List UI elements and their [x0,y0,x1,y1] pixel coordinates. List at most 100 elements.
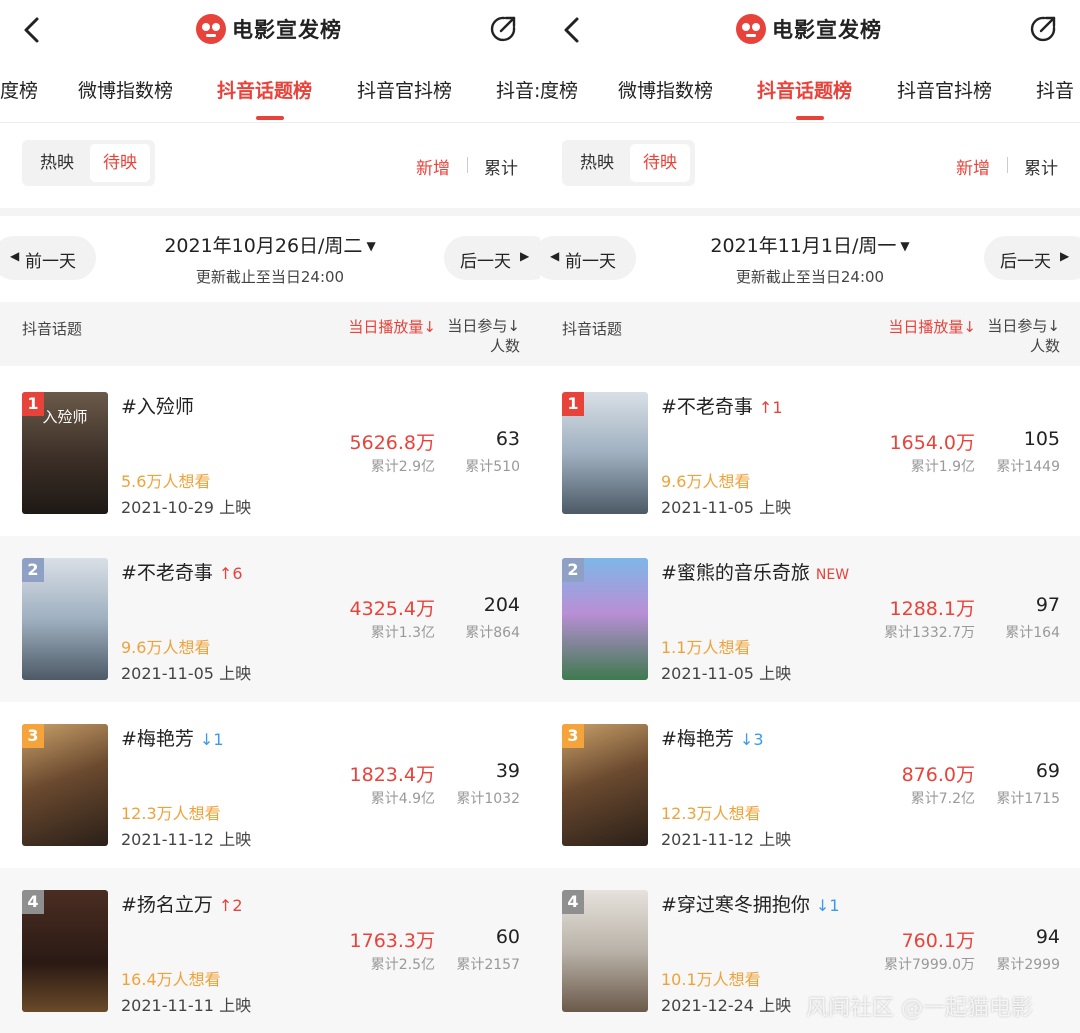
want-to-see: 5.6万人想看 [121,472,211,491]
release-date: 2021-11-11 上映 [121,996,252,1015]
back-arrow-icon[interactable] [20,16,44,44]
release-date: 2021-11-05 上映 [661,498,792,517]
page-title: 电影宣发榜 [232,18,342,42]
total-plays: 累计1.9亿 [910,459,975,475]
daily-participants: 39 [495,760,520,782]
column-header: 抖音话题 当日播放量↓ 当日参与↓ 人数 [0,302,540,366]
share-icon[interactable] [488,14,518,44]
section-divider [540,208,1080,216]
mode-total-button[interactable]: 累计 [484,154,518,179]
back-arrow-icon[interactable] [560,16,584,44]
total-plays: 累计2.9亿 [370,459,435,475]
rank-badge: 3 [562,724,584,748]
daily-participants: 63 [495,428,520,450]
mode-total-button[interactable]: 累计 [1024,154,1058,179]
tab-index-rank[interactable]: 度榜 [540,76,578,103]
daily-plays: 4325.4万 [349,598,435,620]
ranking-row[interactable]: 3 #梅艳芳 ↓1 12.3万人想看 2021-11-12 上映 1823.4万 … [0,702,540,868]
rank-badge: 3 [22,724,44,748]
mode-divider [467,157,468,173]
total-plays: 累计4.9亿 [370,791,435,807]
release-date: 2021-11-12 上映 [661,830,792,849]
header: 电影宣发榜 [0,0,540,60]
mode-new-button[interactable]: 新增 [956,154,990,179]
topic-title: #入殓师 [121,396,194,418]
topic-title: #不老奇事 ↑6 [121,562,243,584]
column-daily-plays[interactable]: 当日播放量↓ [888,316,976,337]
tab-index-rank[interactable]: 度榜 [0,76,38,103]
maoyan-logo-icon [736,14,766,44]
segment-now-showing[interactable]: 热映 [28,144,86,182]
total-participants: 累计1715 [996,791,1060,807]
caret-down-icon: ▼ [900,239,910,253]
header: 电影宣发榜 [540,0,1080,60]
next-day-button[interactable]: 后一天 ▶ [984,236,1080,280]
daily-plays: 1654.0万 [889,432,975,454]
ranking-tabs: 度榜 微博指数榜 抖音话题榜 抖音官抖榜 抖音: [0,60,540,123]
topic-title: #梅艳芳 ↓1 [121,728,224,750]
column-header: 抖音话题 当日播放量↓ 当日参与↓ 人数 [540,302,1080,366]
share-icon[interactable] [1028,14,1058,44]
movie-poster: 1 [562,392,648,514]
total-participants: 累计2999 [996,957,1060,973]
total-participants: 累计510 [465,459,520,475]
tab-douyin-topic[interactable]: 抖音话题榜 [757,76,852,103]
showing-segment: 热映 待映 [22,140,155,186]
topic-title: #蜜熊的音乐奇旅 NEW [661,562,850,584]
movie-poster: 2 [562,558,648,680]
daily-participants: 69 [1035,760,1060,782]
ranking-row[interactable]: 1 #不老奇事 ↑1 9.6万人想看 2021-11-05 上映 1654.0万 … [540,370,1080,536]
movie-poster: 4 [562,890,648,1012]
want-to-see: 1.1万人想看 [661,638,751,657]
tab-douyin-topic[interactable]: 抖音话题榜 [217,76,312,103]
column-topic: 抖音话题 [22,320,83,338]
daily-participants: 97 [1035,594,1060,616]
movie-poster: 入殓师 1 [22,392,108,514]
column-daily-participants[interactable]: 当日参与↓ 人数 [447,316,520,356]
showing-segment: 热映 待映 [562,140,695,186]
total-plays: 累计1332.7万 [884,625,975,641]
mode-new-button[interactable]: 新增 [416,154,450,179]
total-participants: 累计2157 [456,957,520,973]
ranking-row[interactable]: 4 #扬名立万 ↑2 16.4万人想看 2021-11-11 上映 1763.3万… [0,868,540,1033]
want-to-see: 12.3万人想看 [121,804,221,823]
rank-badge: 1 [562,392,584,416]
segment-upcoming[interactable]: 待映 [630,144,690,182]
caret-right-icon: ▶ [520,249,530,263]
ranking-row[interactable]: 2 #蜜熊的音乐奇旅 NEW 1.1万人想看 2021-11-05 上映 1288… [540,536,1080,702]
tab-weibo-index[interactable]: 微博指数榜 [618,76,713,103]
screenshot: 电影宣发榜 度榜 微博指数榜 抖音话题榜 抖音官抖榜 抖音: 热映 待映 新增 … [0,0,1080,1033]
want-to-see: 12.3万人想看 [661,804,761,823]
ranking-tabs: 度榜 微博指数榜 抖音话题榜 抖音官抖榜 抖音 [540,60,1080,123]
daily-participants: 204 [483,594,520,616]
column-daily-participants[interactable]: 当日参与↓ 人数 [987,316,1060,356]
movie-poster: 4 [22,890,108,1012]
column-topic: 抖音话题 [562,320,623,338]
rank-badge: 4 [22,890,44,914]
tab-more[interactable]: 抖音 [1036,76,1074,103]
topic-title: #穿过寒冬拥抱你 ↓1 [661,894,840,916]
ranking-row[interactable]: 入殓师 1 #入殓师 5.6万人想看 2021-10-29 上映 5626.8万… [0,370,540,536]
tab-douyin-official[interactable]: 抖音官抖榜 [897,76,992,103]
ranking-row[interactable]: 2 #不老奇事 ↑6 9.6万人想看 2021-11-05 上映 4325.4万 … [0,536,540,702]
page-title: 电影宣发榜 [772,18,882,42]
ranking-row[interactable]: 3 #梅艳芳 ↓3 12.3万人想看 2021-11-12 上映 876.0万 累… [540,702,1080,868]
total-participants: 累计1449 [996,459,1060,475]
tab-weibo-index[interactable]: 微博指数榜 [78,76,173,103]
watermark: 风闻社区 @一起猫电影 [806,996,1033,1021]
daily-plays: 5626.8万 [349,432,435,454]
total-plays: 累计2.5亿 [370,957,435,973]
mode-divider [1007,157,1008,173]
want-to-see: 16.4万人想看 [121,970,221,989]
segment-upcoming[interactable]: 待映 [90,144,150,182]
tab-more[interactable]: 抖音: [496,76,540,103]
column-daily-plays[interactable]: 当日播放量↓ [348,316,436,337]
want-to-see: 10.1万人想看 [661,970,761,989]
ranking-panel-left: 电影宣发榜 度榜 微博指数榜 抖音话题榜 抖音官抖榜 抖音: 热映 待映 新增 … [0,0,540,1033]
daily-plays: 1823.4万 [349,764,435,786]
next-day-button[interactable]: 后一天 ▶ [444,236,540,280]
tab-douyin-official[interactable]: 抖音官抖榜 [357,76,452,103]
segment-now-showing[interactable]: 热映 [568,144,626,182]
topic-title: #不老奇事 ↑1 [661,396,783,418]
want-to-see: 9.6万人想看 [661,472,751,491]
